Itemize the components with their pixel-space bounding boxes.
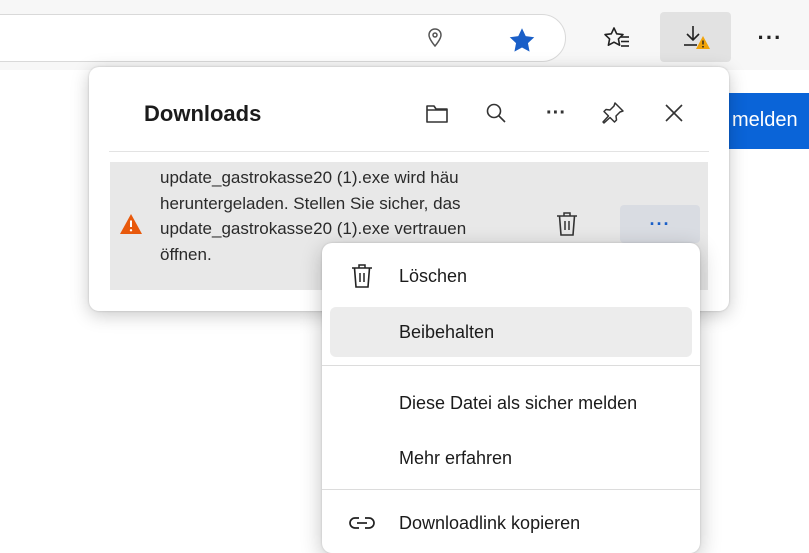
panel-divider xyxy=(109,151,709,152)
menu-divider xyxy=(322,489,700,490)
pin-icon[interactable] xyxy=(595,95,631,131)
more-icon[interactable]: ··· xyxy=(752,24,788,52)
signin-button[interactable]: melden xyxy=(716,93,809,149)
panel-title: Downloads xyxy=(144,101,262,126)
trash-icon[interactable] xyxy=(550,206,584,242)
star-filled-icon[interactable] xyxy=(505,24,539,56)
context-menu: Löschen Beibehalten Diese Datei als sich… xyxy=(322,243,700,553)
close-icon[interactable] xyxy=(656,95,692,131)
trash-icon xyxy=(348,262,376,290)
favorites-icon[interactable] xyxy=(599,22,635,56)
browser-toolbar: ··· xyxy=(0,0,809,70)
search-icon[interactable] xyxy=(478,95,514,131)
menu-item-label: Mehr erfahren xyxy=(399,447,513,468)
link-icon xyxy=(348,509,376,537)
download-warning-icon[interactable] xyxy=(660,12,731,62)
menu-item-label: Diese Datei als sicher melden xyxy=(399,392,638,413)
menu-item-mehr-erfahren[interactable]: Mehr erfahren xyxy=(330,433,692,483)
address-bar[interactable] xyxy=(0,14,566,62)
menu-item-label: Downloadlink kopieren xyxy=(399,512,581,533)
more-icon[interactable]: ··· xyxy=(538,95,574,131)
folder-icon[interactable] xyxy=(419,95,455,131)
menu-item-als-sicher-melden[interactable]: Diese Datei als sicher melden xyxy=(330,378,692,428)
menu-divider xyxy=(322,365,700,366)
location-pin-icon[interactable] xyxy=(421,24,449,52)
menu-item-beibehalten[interactable]: Beibehalten xyxy=(330,307,692,357)
menu-item-label: Löschen xyxy=(399,265,468,286)
menu-item-loeschen[interactable]: Löschen xyxy=(330,251,692,301)
warning-icon xyxy=(119,213,143,237)
menu-item-downloadlink-kopieren[interactable]: Downloadlink kopieren xyxy=(330,498,692,548)
menu-item-label: Beibehalten xyxy=(399,321,495,342)
item-more-button[interactable]: ··· xyxy=(620,205,700,243)
